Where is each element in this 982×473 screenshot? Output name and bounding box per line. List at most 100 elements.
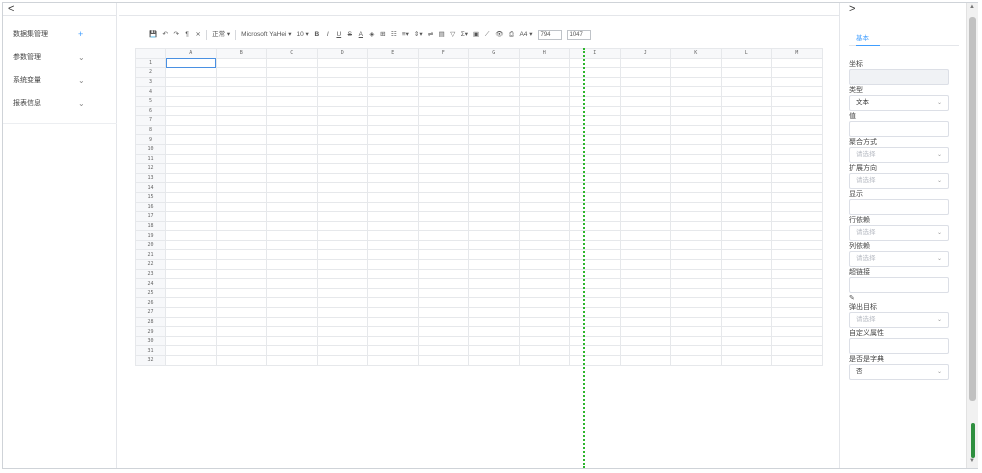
sheet-cell[interactable] (468, 115, 520, 126)
row-header[interactable]: 3 (135, 76, 166, 88)
sheet-cell[interactable] (316, 211, 368, 222)
sheet-cell[interactable] (316, 307, 368, 318)
row-header[interactable]: 1 (135, 57, 166, 69)
sheet-cell[interactable] (720, 76, 772, 88)
sheet-cell[interactable] (569, 134, 621, 145)
sheet-cell[interactable] (518, 76, 570, 88)
sheet-cell[interactable] (367, 355, 419, 366)
sheet-cell[interactable] (619, 259, 671, 270)
sheet-cell[interactable] (215, 67, 267, 78)
sheet-cell[interactable] (771, 345, 823, 356)
align-vertical-icon[interactable]: ⇕▾ (414, 29, 423, 41)
sheet-cell[interactable] (670, 355, 722, 366)
sheet-cell[interactable] (720, 259, 772, 270)
sheet-cell[interactable] (316, 201, 368, 213)
column-header[interactable]: L (720, 48, 772, 59)
sheet-cell[interactable] (417, 345, 469, 356)
sheet-cell[interactable] (215, 278, 267, 289)
sheet-cell[interactable] (569, 249, 621, 261)
sheet-cell[interactable] (417, 105, 469, 117)
sheet-cell[interactable] (417, 163, 469, 174)
sheet-cell[interactable] (316, 105, 368, 117)
sheet-cell[interactable] (266, 345, 318, 356)
sheet-cell[interactable] (771, 249, 823, 261)
sheet-cell[interactable] (367, 345, 419, 356)
row-header[interactable]: 20 (135, 239, 166, 251)
sheet-cell[interactable] (468, 297, 520, 309)
align-horizontal-icon[interactable]: ≡▾ (402, 29, 409, 41)
sheet-cell[interactable] (619, 249, 671, 261)
sheet-cell[interactable] (771, 230, 823, 241)
sheet-cell[interactable] (468, 172, 520, 184)
sheet-cell[interactable] (266, 95, 318, 107)
sheet-cell[interactable] (266, 182, 318, 193)
sheet-cell[interactable] (215, 134, 267, 145)
sheet-cell[interactable] (619, 239, 671, 251)
sheet-cell[interactable] (518, 211, 570, 222)
sheet-cell[interactable] (316, 76, 368, 88)
sheet-cell[interactable] (720, 57, 772, 69)
undo-icon[interactable]: ↶ (162, 29, 168, 41)
sheet-cell[interactable] (367, 134, 419, 145)
sheet-cell[interactable] (165, 287, 217, 299)
sheet-cell[interactable] (518, 191, 570, 203)
sheet-cell[interactable] (266, 316, 318, 328)
sheet-cell[interactable] (316, 182, 368, 193)
sheet-cell[interactable] (165, 278, 217, 289)
row-header[interactable]: 28 (135, 316, 166, 328)
sheet-cell[interactable] (720, 335, 772, 347)
sheet-cell[interactable] (468, 182, 520, 193)
sheet-cell[interactable] (569, 124, 621, 136)
sheet-cell[interactable] (720, 124, 772, 136)
sheet-cell[interactable] (417, 67, 469, 78)
sheet-cell[interactable] (619, 345, 671, 356)
agg-select[interactable]: 请选择 ⌄ (849, 147, 949, 163)
sheet-cell[interactable] (569, 287, 621, 299)
row-header[interactable]: 9 (135, 134, 166, 145)
sheet-cell[interactable] (619, 268, 671, 280)
sheet-cell[interactable] (316, 230, 368, 241)
row-header[interactable]: 7 (135, 115, 166, 126)
sheet-cell[interactable] (720, 287, 772, 299)
sheet-cell[interactable] (165, 355, 217, 366)
scroll-thumb[interactable] (969, 17, 976, 401)
sheet-cell[interactable] (518, 268, 570, 280)
underline-icon[interactable]: U (336, 29, 342, 41)
sheet-cell[interactable] (670, 316, 722, 328)
sheet-cell[interactable] (367, 201, 419, 213)
sheet-cell[interactable] (670, 211, 722, 222)
sheet-cell[interactable] (468, 268, 520, 280)
sheet-cell[interactable] (720, 268, 772, 280)
sheet-cell[interactable] (619, 355, 671, 366)
sheet-cell[interactable] (771, 239, 823, 251)
sheet-cell[interactable] (771, 287, 823, 299)
sheet-cell[interactable] (468, 230, 520, 241)
sheet-cell[interactable] (215, 211, 267, 222)
sheet-cell[interactable] (670, 57, 722, 69)
sheet-cell[interactable] (367, 95, 419, 107)
sheet-cell[interactable] (468, 143, 520, 155)
sheet-cell[interactable] (215, 76, 267, 88)
sheet-cell[interactable] (720, 345, 772, 356)
sheet-cell[interactable] (367, 182, 419, 193)
collapse-left-icon[interactable]: < (8, 3, 14, 15)
sheet-cell[interactable] (367, 287, 419, 299)
sheet-cell[interactable] (215, 124, 267, 136)
sheet-cell[interactable] (367, 239, 419, 251)
sheet-cell[interactable] (518, 287, 570, 299)
row-header[interactable]: 26 (135, 297, 166, 309)
sheet-cell[interactable] (266, 307, 318, 318)
sheet-cell[interactable] (569, 163, 621, 174)
sheet-cell[interactable] (569, 105, 621, 117)
row-header[interactable]: 32 (135, 355, 166, 366)
paper-size-select[interactable]: A4 ▾ (519, 29, 532, 41)
sheet-cell[interactable] (165, 67, 217, 78)
row-header[interactable]: 17 (135, 211, 166, 222)
sheet-cell[interactable] (670, 105, 722, 117)
font-size-select[interactable]: 10 ▾ (297, 29, 309, 41)
sheet-cell[interactable] (670, 134, 722, 145)
sheet-cell[interactable] (771, 182, 823, 193)
sheet-cell[interactable] (518, 86, 570, 97)
sheet-cell[interactable] (165, 134, 217, 145)
sheet-cell[interactable] (518, 182, 570, 193)
